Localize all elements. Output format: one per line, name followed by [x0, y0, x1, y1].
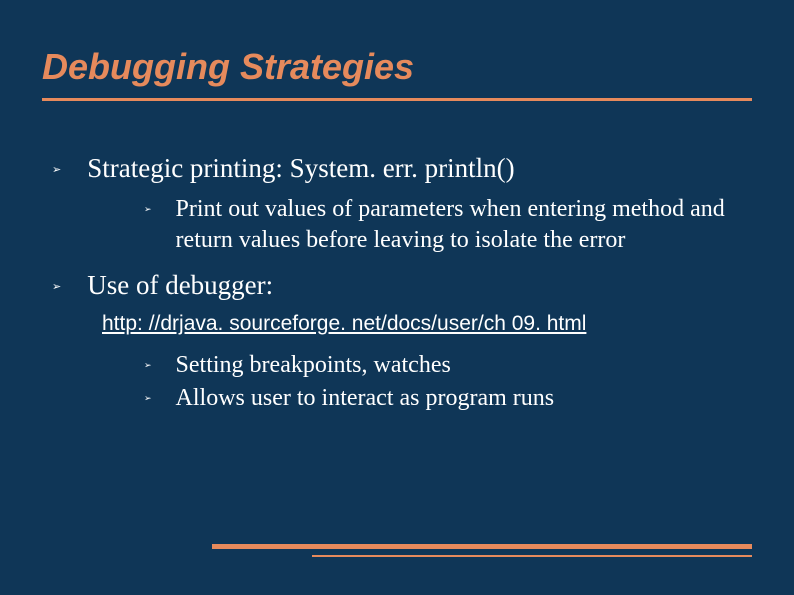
reference-link: http: //drjava. sourceforge. net/docs/us… [102, 312, 752, 336]
chevron-right-icon: ➢ [144, 360, 152, 371]
list-item-text: Use of debugger: [87, 268, 273, 303]
content-area: ➢ Strategic printing: System. err. print… [42, 151, 752, 414]
sub-list-item: ➢ Setting breakpoints, watches [144, 350, 752, 381]
divider-thin [312, 555, 752, 557]
chevron-right-icon: ➢ [52, 163, 61, 176]
list-item: ➢ Use of debugger: [52, 268, 752, 303]
list-item-text: Strategic printing: System. err. println… [87, 151, 514, 186]
sub-list-item: ➢ Print out values of parameters when en… [144, 194, 752, 256]
footer-decoration [212, 544, 752, 557]
sub-list-item: ➢ Allows user to interact as program run… [144, 383, 752, 414]
list-item: ➢ Strategic printing: System. err. print… [52, 151, 752, 186]
title-underline [42, 98, 752, 101]
chevron-right-icon: ➢ [144, 204, 152, 215]
divider-thick [212, 544, 752, 549]
sub-list-item-text: Setting breakpoints, watches [176, 350, 451, 381]
slide-title: Debugging Strategies [42, 46, 752, 88]
sub-list-item-text: Allows user to interact as program runs [176, 383, 555, 414]
sub-list-item-text: Print out values of parameters when ente… [176, 194, 752, 256]
slide: Debugging Strategies ➢ Strategic printin… [0, 0, 794, 595]
chevron-right-icon: ➢ [144, 393, 152, 404]
chevron-right-icon: ➢ [52, 280, 61, 293]
